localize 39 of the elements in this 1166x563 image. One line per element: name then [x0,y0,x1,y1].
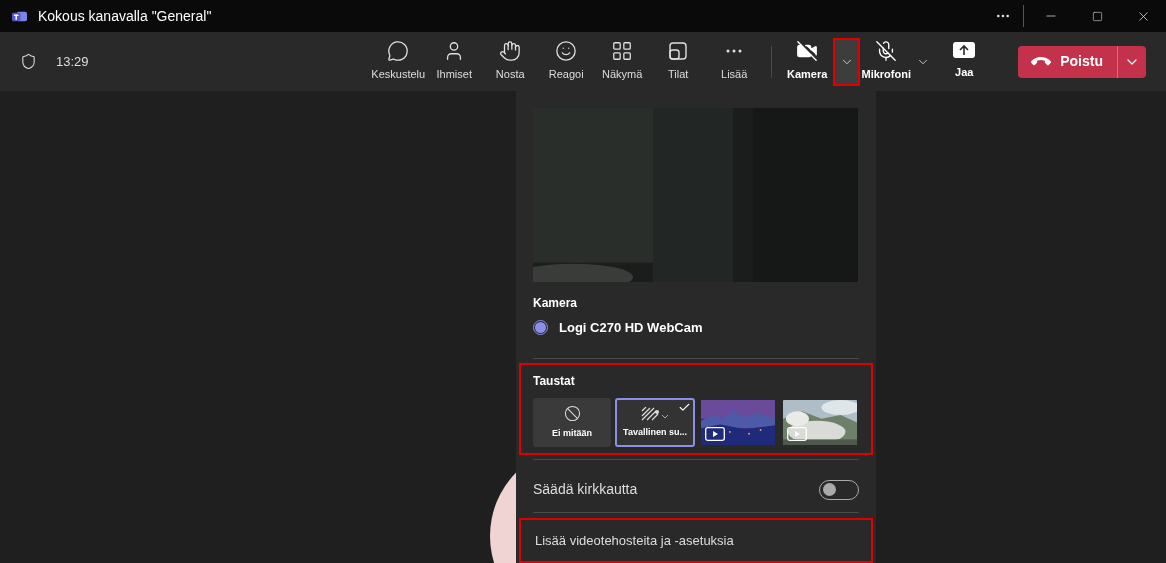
toolbar-button[interactable]: Nosta [482,36,539,87]
background-option[interactable]: Ei mitään [533,398,611,448]
video-icon [787,427,807,442]
microphone-off-icon [875,40,898,63]
none-icon [563,405,581,423]
share-button[interactable]: Jaa [946,36,983,87]
chat-icon [387,40,410,63]
camera-option[interactable]: Logi C270 HD WebCam [533,318,859,338]
window-title: Kokous kanavalla "General" [38,6,212,26]
option-label: Ei mitään [552,427,592,441]
camera-button[interactable]: Kamera [781,36,834,87]
background-option[interactable]: Tavallinen su... [615,398,695,448]
smiley-icon [555,40,578,63]
brightness-label: Säädä kirkkautta [533,480,638,500]
option-label: Tavallinen su... [623,425,687,439]
more-icon [726,49,743,54]
section-heading: Taustat [533,373,576,391]
hand-icon [499,40,522,63]
toolbar-button[interactable]: Ihmiset [426,36,483,87]
camera-name: Logi C270 HD WebCam [559,319,703,337]
camera-options-button[interactable] [833,37,861,86]
leave-button[interactable]: Poistu [1018,45,1146,78]
share-icon [953,42,976,61]
video-icon [705,427,725,442]
meeting-time: 13:29 [56,52,89,71]
toolbar-button[interactable]: Näkymä [594,36,651,87]
shield-icon [20,53,37,70]
toolbar-button[interactable]: Tilat [650,36,707,87]
maximize-icon [1091,10,1103,22]
video-settings-link[interactable]: Lisää videotehosteita ja -asetuksia [519,518,873,563]
toolbar-button[interactable]: Lisää [706,36,763,87]
toolbar-button[interactable]: Keskustelu [370,36,427,87]
toolbar-button[interactable]: Reagoi [538,36,595,87]
rooms-icon [667,40,690,63]
section-heading: Kamera [533,295,579,312]
blur-icon [640,406,670,421]
grid-icon [611,40,634,63]
microphone-button[interactable]: Mikrofoni [860,36,913,87]
camera-off-icon [796,40,819,63]
